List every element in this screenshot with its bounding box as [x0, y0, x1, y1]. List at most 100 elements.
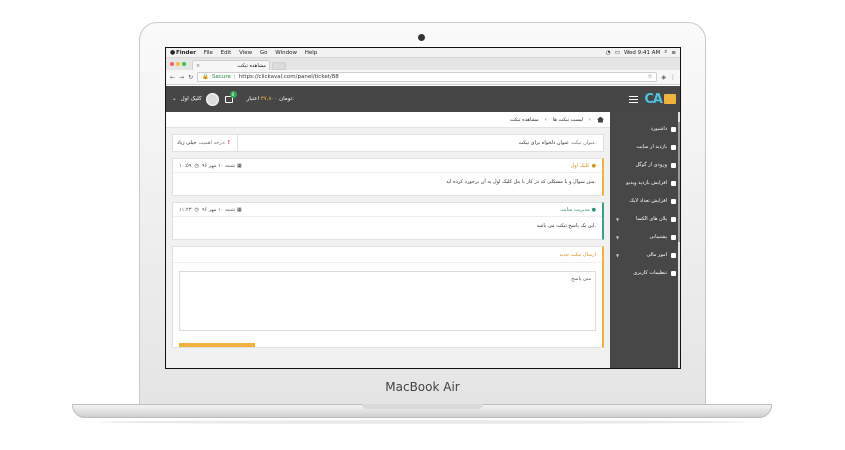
wallet-icon [671, 252, 676, 258]
sidebar-item-settings[interactable]: تنظیمات کاربری [610, 264, 680, 282]
menu-file[interactable]: File [204, 50, 213, 56]
home-icon[interactable] [597, 116, 604, 123]
new-tab-button[interactable] [272, 62, 286, 70]
reply-textarea[interactable] [179, 271, 596, 331]
menu-help[interactable]: Help [305, 50, 318, 56]
sidebar-item-finance[interactable]: ▼ امور مالی [610, 246, 680, 264]
sidebar-item-video-views[interactable]: افزایش بازدید ویدیو [610, 174, 680, 192]
reload-icon[interactable]: ↻ [188, 74, 193, 81]
battery-icon[interactable]: ▭ [615, 50, 620, 56]
chevron-left-icon: ‹ [544, 116, 547, 123]
dashboard-icon [671, 126, 676, 132]
screen: ● Finder File Edit View Go Window Help ◔… [165, 47, 681, 369]
sidebar-item-label: پشتیبانی [649, 234, 667, 240]
gear-icon [671, 270, 676, 276]
credit-amount: ۳۷,۸۰۰ [260, 96, 278, 102]
user-menu[interactable]: ⌄ کلیک اول [172, 92, 219, 106]
browser-tab-bar: × مشاهده تیکت [166, 58, 680, 70]
url-input[interactable]: 🔒 Secure | https://clickaval.com/panel/t… [197, 72, 658, 82]
sidebar-item-label: ورودی از گوگل [635, 162, 668, 168]
camera [418, 34, 425, 41]
list-icon[interactable]: ≡ [671, 50, 676, 56]
message-header: ۱۰:۵۹ ◷ شنبه ۱۰ مهر ۹۶ ▦ کلیک اول ● [173, 159, 602, 173]
message-author: مدیریت سایت [560, 206, 590, 213]
breadcrumb-current: مشاهده تیکت [509, 116, 539, 123]
hamburger-icon[interactable] [629, 95, 639, 103]
menu-view[interactable]: View [239, 50, 252, 56]
message-date: شنبه ۱۰ مهر ۹۶ [201, 162, 235, 169]
clock-icon: ◷ [194, 162, 199, 169]
sidebar-item-label: تنظیمات کاربری [633, 270, 667, 276]
priority-label: درجه اهمیت: [198, 140, 226, 146]
message-body: این یک پاسخ تیکت می باشد. [536, 223, 596, 229]
heart-icon [671, 198, 676, 204]
lock-icon: 🔒 [202, 74, 209, 80]
avatar [205, 92, 219, 106]
forward-icon[interactable]: → [179, 74, 184, 81]
close-tab-icon[interactable]: × [196, 63, 200, 69]
breadcrumb: مشاهده تیکت ‹ لیست تیکت ها ‹ [166, 112, 610, 128]
sidebar-item-alexa-plans[interactable]: ▼ پلان های الکسا [610, 210, 680, 228]
minimize-window-icon[interactable] [176, 62, 180, 66]
message-date: شنبه ۱۰ مهر ۹۶ [201, 206, 235, 213]
alexa-icon [671, 216, 676, 222]
mac-menu-bar: ● Finder File Edit View Go Window Help ◔… [166, 48, 680, 58]
sidebar-item-likes[interactable]: افزایش تعداد لایک [610, 192, 680, 210]
logo[interactable]: CA [644, 92, 676, 107]
wifi-icon[interactable]: ◔ [606, 50, 611, 56]
top-bar: ⌄ کلیک اول 0 تومان ۳۷,۸۰۰ اعتبار: CA [166, 86, 680, 112]
user-icon: ● [591, 162, 596, 169]
sidebar-item-label: افزایش تعداد لایک [629, 198, 667, 204]
ticket-message: ۱۰:۵۹ ◷ شنبه ۱۰ مهر ۹۶ ▦ کلیک اول ● متن … [172, 158, 604, 196]
clock-icon: ◷ [194, 206, 199, 213]
maximize-window-icon[interactable] [182, 62, 186, 66]
laptop-shadow [100, 420, 745, 424]
url-divider: | [233, 74, 236, 80]
back-icon[interactable]: ← [170, 74, 175, 81]
send-button[interactable] [179, 343, 255, 347]
extension-icon[interactable]: ◈ [661, 74, 666, 81]
spotlight-icon[interactable]: ⌕ [664, 49, 667, 56]
chart-icon [671, 144, 676, 150]
address-bar: ← → ↻ 🔒 Secure | https://clickaval.com/p… [166, 70, 680, 85]
menu-go[interactable]: Go [260, 50, 268, 56]
chevron-down-icon: ▼ [616, 252, 620, 258]
sidebar-item-site-visits[interactable]: بازدید از سایت [610, 138, 680, 156]
browser-tab[interactable]: × مشاهده تیکت [192, 60, 270, 70]
main-content: مشاهده تیکت ‹ لیست تیکت ها ‹ خیلی زیاد د… [166, 112, 610, 368]
menu-finder[interactable]: Finder [176, 50, 196, 56]
exclamation-icon: ! [227, 140, 230, 146]
ticket-title: عنوان دلخواه برای تیکت عنوان تیکت: [237, 135, 603, 151]
ticket-title-label: عنوان تیکت: [571, 140, 597, 146]
secure-label: Secure [211, 74, 231, 80]
browser-menu-icon[interactable]: ⋮ [670, 74, 676, 81]
video-icon [671, 180, 676, 186]
clock[interactable]: Wed 9:41 AM [624, 50, 660, 56]
sidebar-item-google-traffic[interactable]: ورودی از گوگل [610, 156, 680, 174]
sidebar-item-label: افزایش بازدید ویدیو [626, 180, 667, 186]
user-icon: ● [591, 206, 596, 213]
google-icon [671, 162, 676, 168]
chevron-down-icon: ▼ [616, 216, 620, 222]
scrollbar[interactable] [678, 112, 680, 368]
credit-display: تومان ۳۷,۸۰۰ اعتبار: [247, 96, 294, 102]
sidebar-item-label: پلان های الکسا [636, 216, 667, 222]
message-header: ۱۱:۲۳ ◷ شنبه ۱۰ مهر ۹۶ ▦ مدیریت سایت ● [173, 203, 602, 217]
credit-unit: تومان [279, 96, 293, 102]
message-time: ۱۰:۵۹ [179, 162, 192, 169]
sidebar-item-support[interactable]: ▼ پشتیبانی [610, 228, 680, 246]
sidebar-item-label: امور مالی [646, 252, 667, 258]
message-body: متن سوال و یا مشکلی که در کار با پنل کلی… [446, 179, 596, 185]
message-author: کلیک اول [570, 162, 590, 169]
breadcrumb-ticket-list[interactable]: لیست تیکت ها [553, 117, 583, 123]
menu-window[interactable]: Window [275, 50, 297, 56]
sidebar-item-label: بازدید از سایت [636, 144, 667, 150]
menu-edit[interactable]: Edit [221, 50, 232, 56]
tab-title: مشاهده تیکت [237, 62, 266, 69]
notification-badge: 0 [229, 90, 237, 98]
bookmark-star-icon[interactable]: ☆ [647, 74, 652, 80]
envelope-icon[interactable]: 0 [224, 90, 237, 103]
reply-form: ارسال تیکت جدید [172, 246, 604, 348]
close-window-icon[interactable] [170, 62, 174, 66]
sidebar-item-dashboard[interactable]: داشبورد [610, 120, 680, 138]
